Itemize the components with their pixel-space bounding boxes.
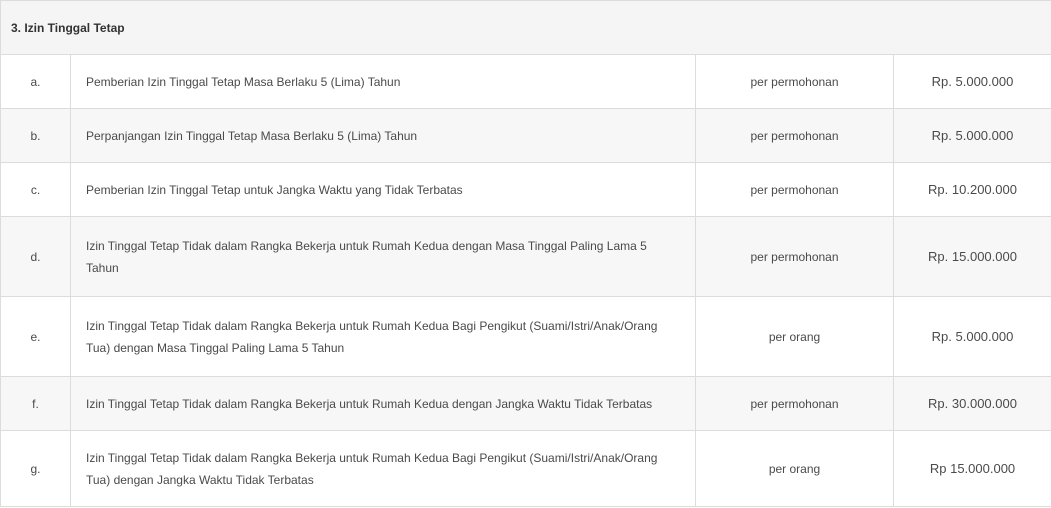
fee-table: 3. Izin Tinggal Tetap a. Pemberian Izin … <box>0 0 1051 507</box>
row-unit: per permohonan <box>695 162 894 217</box>
row-fee: Rp. 5.000.000 <box>892 296 1051 377</box>
row-description: Izin Tinggal Tetap Tidak dalam Rangka Be… <box>70 216 696 297</box>
row-letter: c. <box>0 162 71 217</box>
section-header-row: 3. Izin Tinggal Tetap <box>0 0 1051 55</box>
row-unit: per orang <box>695 430 894 507</box>
row-letter: d. <box>0 216 71 297</box>
row-fee: Rp. 10.200.000 <box>892 162 1051 217</box>
row-description: Pemberian Izin Tinggal Tetap untuk Jangk… <box>70 162 696 217</box>
row-unit: per permohonan <box>695 216 894 297</box>
table-row: d. Izin Tinggal Tetap Tidak dalam Rangka… <box>0 216 1051 297</box>
section-title: 3. Izin Tinggal Tetap <box>0 0 1051 55</box>
table-row: f. Izin Tinggal Tetap Tidak dalam Rangka… <box>0 376 1051 431</box>
table-row: c. Pemberian Izin Tinggal Tetap untuk Ja… <box>0 162 1051 217</box>
row-unit: per orang <box>695 296 894 377</box>
row-letter: a. <box>0 54 71 109</box>
row-fee: Rp. 5.000.000 <box>892 54 1051 109</box>
row-fee: Rp. 15.000.000 <box>892 216 1051 297</box>
row-fee: Rp. 30.000.000 <box>892 376 1051 431</box>
row-unit: per permohonan <box>695 108 894 163</box>
row-fee: Rp. 5.000.000 <box>892 108 1051 163</box>
row-description: Izin Tinggal Tetap Tidak dalam Rangka Be… <box>70 430 696 507</box>
row-unit: per permohonan <box>695 54 894 109</box>
row-letter: g. <box>0 430 71 507</box>
row-description: Izin Tinggal Tetap Tidak dalam Rangka Be… <box>70 296 696 377</box>
row-letter: b. <box>0 108 71 163</box>
table-row: a. Pemberian Izin Tinggal Tetap Masa Ber… <box>0 54 1051 109</box>
row-unit: per permohonan <box>695 376 894 431</box>
table-row: g. Izin Tinggal Tetap Tidak dalam Rangka… <box>0 430 1051 507</box>
row-letter: f. <box>0 376 71 431</box>
table-row: e. Izin Tinggal Tetap Tidak dalam Rangka… <box>0 296 1051 377</box>
table-row: b. Perpanjangan Izin Tinggal Tetap Masa … <box>0 108 1051 163</box>
row-description: Perpanjangan Izin Tinggal Tetap Masa Ber… <box>70 108 696 163</box>
row-description: Pemberian Izin Tinggal Tetap Masa Berlak… <box>70 54 696 109</box>
row-description: Izin Tinggal Tetap Tidak dalam Rangka Be… <box>70 376 696 431</box>
row-letter: e. <box>0 296 71 377</box>
row-fee: Rp 15.000.000 <box>892 430 1051 507</box>
